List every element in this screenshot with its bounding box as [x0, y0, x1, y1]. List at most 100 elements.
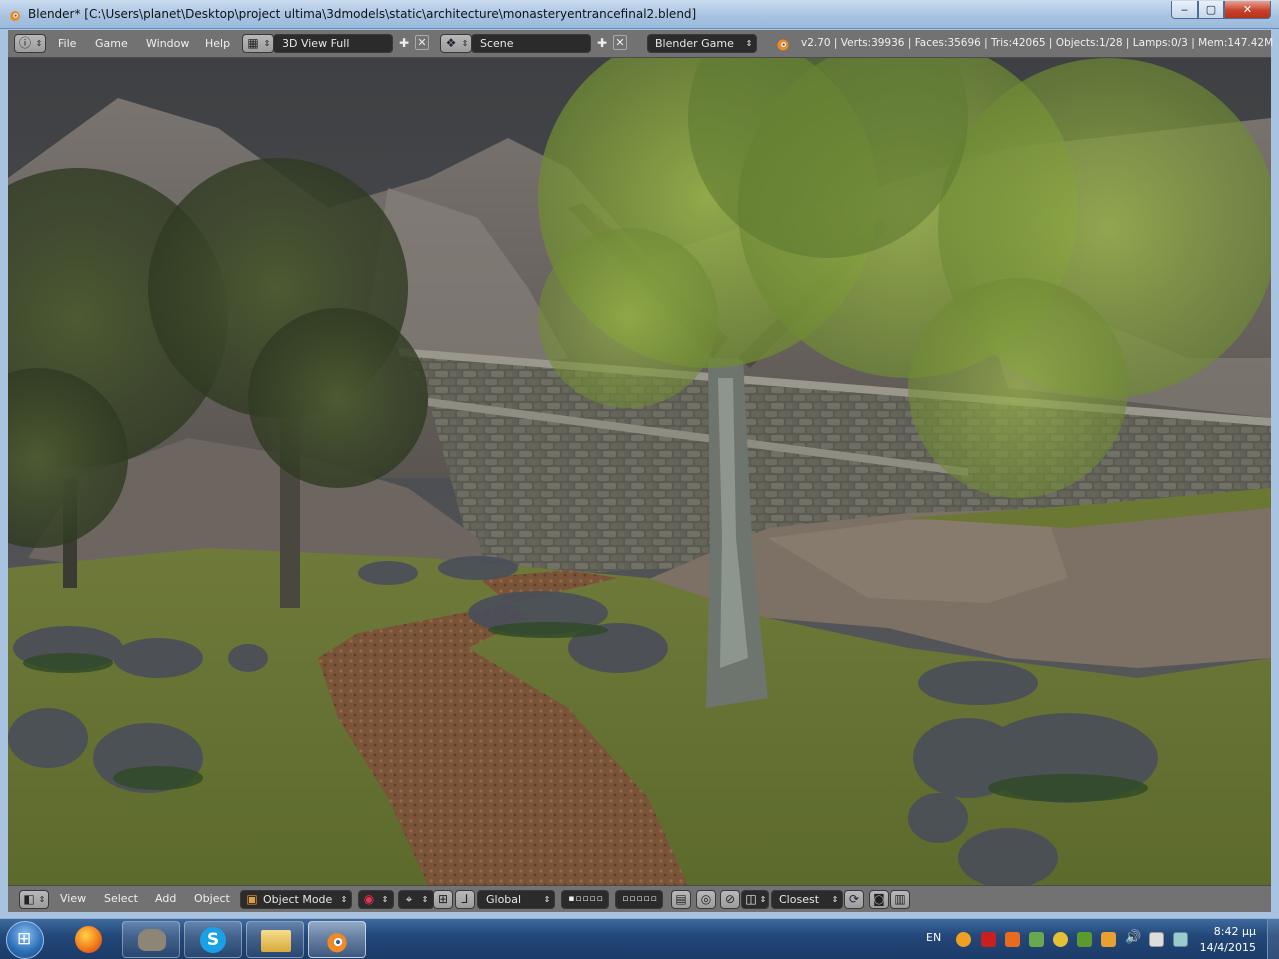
proportional-edit-button[interactable]: ◎ [696, 890, 716, 909]
updown-arrows-icon: ⇕ [35, 39, 43, 48]
lock-icon: ▤ [675, 892, 687, 906]
layout-grid-icon: ▦ [247, 36, 259, 50]
editor-type-button[interactable]: ⓘ ⇕ [14, 34, 46, 53]
taskbar-gimp[interactable] [122, 921, 180, 958]
tray-security-icon[interactable] [1029, 932, 1044, 947]
taskbar-file-explorer[interactable] [246, 921, 304, 958]
screen-layout-browse-button[interactable]: ▦ ⇕ [242, 34, 274, 53]
opengl-render-button[interactable]: ◙ [869, 890, 889, 909]
tray-flag-icon[interactable] [1149, 932, 1164, 947]
window-title-bar[interactable]: Blender* [C:\Users\planet\Desktop\projec… [0, 0, 1279, 29]
minimize-button[interactable]: ‒ [1171, 1, 1198, 19]
camera-icon: ◙ [873, 892, 885, 906]
snap-target-dropdown[interactable]: Closest ⇕ [771, 890, 843, 909]
updown-arrows-icon: ⇕ [381, 895, 389, 904]
input-language[interactable]: EN [926, 931, 941, 944]
maximize-button[interactable]: ▢ [1198, 1, 1224, 19]
updown-arrows-icon: ⇕ [421, 895, 429, 904]
magnet-icon: ⊘ [724, 892, 736, 906]
render-engine-value: Blender Game [655, 37, 734, 50]
pivot-icon: ⌖ [405, 892, 413, 906]
scene-browse-button[interactable]: ❖ ⇕ [440, 34, 472, 53]
layer-buttons-group-1[interactable]: ▪▫▫▫▫ [561, 890, 609, 909]
snap-toggle-button[interactable]: ⊘ [720, 890, 740, 909]
3d-viewport[interactable] [8, 58, 1271, 885]
clock-date[interactable]: 14/4/2015 [1200, 941, 1256, 954]
updown-arrows-icon: ⇕ [263, 39, 271, 48]
proportional-edit-icon: ◎ [700, 892, 712, 906]
menu-window[interactable]: Window [146, 37, 189, 50]
updown-arrows-icon: ⇕ [745, 39, 753, 48]
close-button[interactable]: ✕ [1224, 1, 1271, 19]
info-icon: ⓘ [18, 36, 31, 50]
network-icon[interactable] [1173, 932, 1188, 947]
blender-logo-icon [10, 11, 20, 21]
volume-icon[interactable]: 🔊 [1125, 930, 1141, 945]
layer-grid-icon: ▪▫▫▫▫ [568, 894, 604, 904]
editor-type-button[interactable]: ◧ ⇕ [19, 890, 49, 909]
remove-x-icon[interactable]: ✕ [415, 35, 429, 50]
viewport-shading-dropdown[interactable]: ◉ ⇕ [358, 890, 394, 909]
window-title: Blender* [C:\Users\planet\Desktop\projec… [28, 7, 697, 21]
firefox-icon [75, 926, 102, 953]
add-plus-icon[interactable]: ✚ [595, 35, 609, 52]
windows-taskbar: ⊞ S EN 🔊 8:42 μμ 14/4/2015 [0, 918, 1279, 959]
updown-arrows-icon: ⇕ [38, 895, 46, 904]
blender-logo-icon [777, 39, 789, 51]
menu-file[interactable]: File [58, 37, 76, 50]
tray-update-icon[interactable] [956, 932, 971, 947]
remove-x-icon[interactable]: ✕ [613, 35, 627, 50]
snap-target-value: Closest [779, 893, 820, 906]
tray-acrobat-icon[interactable] [981, 932, 996, 947]
skype-icon: S [200, 927, 226, 953]
transform-orientation-dropdown[interactable]: Global ⇕ [477, 890, 555, 909]
menu-game[interactable]: Game [95, 37, 128, 50]
lock-layers-button[interactable]: ▤ [671, 890, 691, 909]
object-cube-icon: ▣ [246, 892, 258, 906]
tray-nvidia-icon[interactable] [1077, 932, 1092, 947]
updown-arrows-icon: ⇕ [831, 895, 839, 904]
menu-add[interactable]: Add [155, 892, 176, 905]
screen-layout-name: 3D View Full [282, 37, 350, 50]
render-engine-dropdown[interactable]: Blender Game ⇕ [647, 34, 757, 53]
menu-view[interactable]: View [60, 892, 86, 905]
layer-buttons-group-2[interactable]: ▫▫▫▫▫ [615, 890, 663, 909]
align-rotation-icon: ⟳ [848, 892, 860, 906]
windows-logo-icon: ⊞ [17, 929, 32, 949]
menu-help[interactable]: Help [205, 37, 230, 50]
scene-statistics: v2.70 | Verts:39936 | Faces:35696 | Tris… [801, 37, 1274, 49]
scene-field[interactable]: Scene [471, 34, 591, 53]
taskbar-blender[interactable] [308, 921, 366, 958]
clapperboard-icon: ▥ [894, 892, 906, 906]
scene-render [8, 58, 1271, 885]
interaction-mode-dropdown[interactable]: ▣ Object Mode ⇕ [240, 890, 352, 909]
add-plus-icon[interactable]: ✚ [397, 35, 411, 52]
tray-package-icon[interactable] [1101, 932, 1116, 947]
interaction-mode-value: Object Mode [263, 893, 333, 906]
menu-select[interactable]: Select [104, 892, 138, 905]
clock-time[interactable]: 8:42 μμ [1214, 925, 1256, 938]
opengl-animation-button[interactable]: ▥ [890, 890, 910, 909]
3d-view-header: ◧ ⇕ View Select Add Object ▣ Object Mode… [8, 885, 1271, 912]
tray-app-icon[interactable] [1005, 932, 1020, 947]
start-orb-icon[interactable]: ⊞ [6, 921, 44, 959]
align-rotation-button[interactable]: ⟳ [844, 890, 864, 909]
pivot-point-dropdown[interactable]: ⌖ ⇕ [398, 890, 434, 909]
translate-manipulator-toggle[interactable]: ⅃ [455, 890, 475, 909]
blender-icon [327, 933, 347, 953]
updown-arrows-icon: ⇕ [759, 895, 767, 904]
updown-arrows-icon: ⇕ [461, 39, 469, 48]
snap-element-dropdown[interactable]: ◫ ⇕ [741, 890, 769, 909]
snap-element-icon: ◫ [745, 892, 757, 906]
tray-info-icon[interactable] [1053, 932, 1068, 947]
updown-arrows-icon: ⇕ [340, 895, 348, 904]
screen-layout-field[interactable]: 3D View Full [273, 34, 393, 53]
3d-view-icon: ◧ [23, 892, 35, 906]
transform-orientation-value: Global [486, 893, 522, 906]
manipulator-toggle[interactable]: ⊞ [433, 890, 453, 909]
taskbar-skype[interactable]: S [184, 921, 242, 958]
show-desktop-button[interactable] [1267, 919, 1279, 959]
taskbar-firefox[interactable] [60, 921, 118, 958]
scene-icon: ❖ [445, 36, 457, 50]
menu-object[interactable]: Object [194, 892, 230, 905]
